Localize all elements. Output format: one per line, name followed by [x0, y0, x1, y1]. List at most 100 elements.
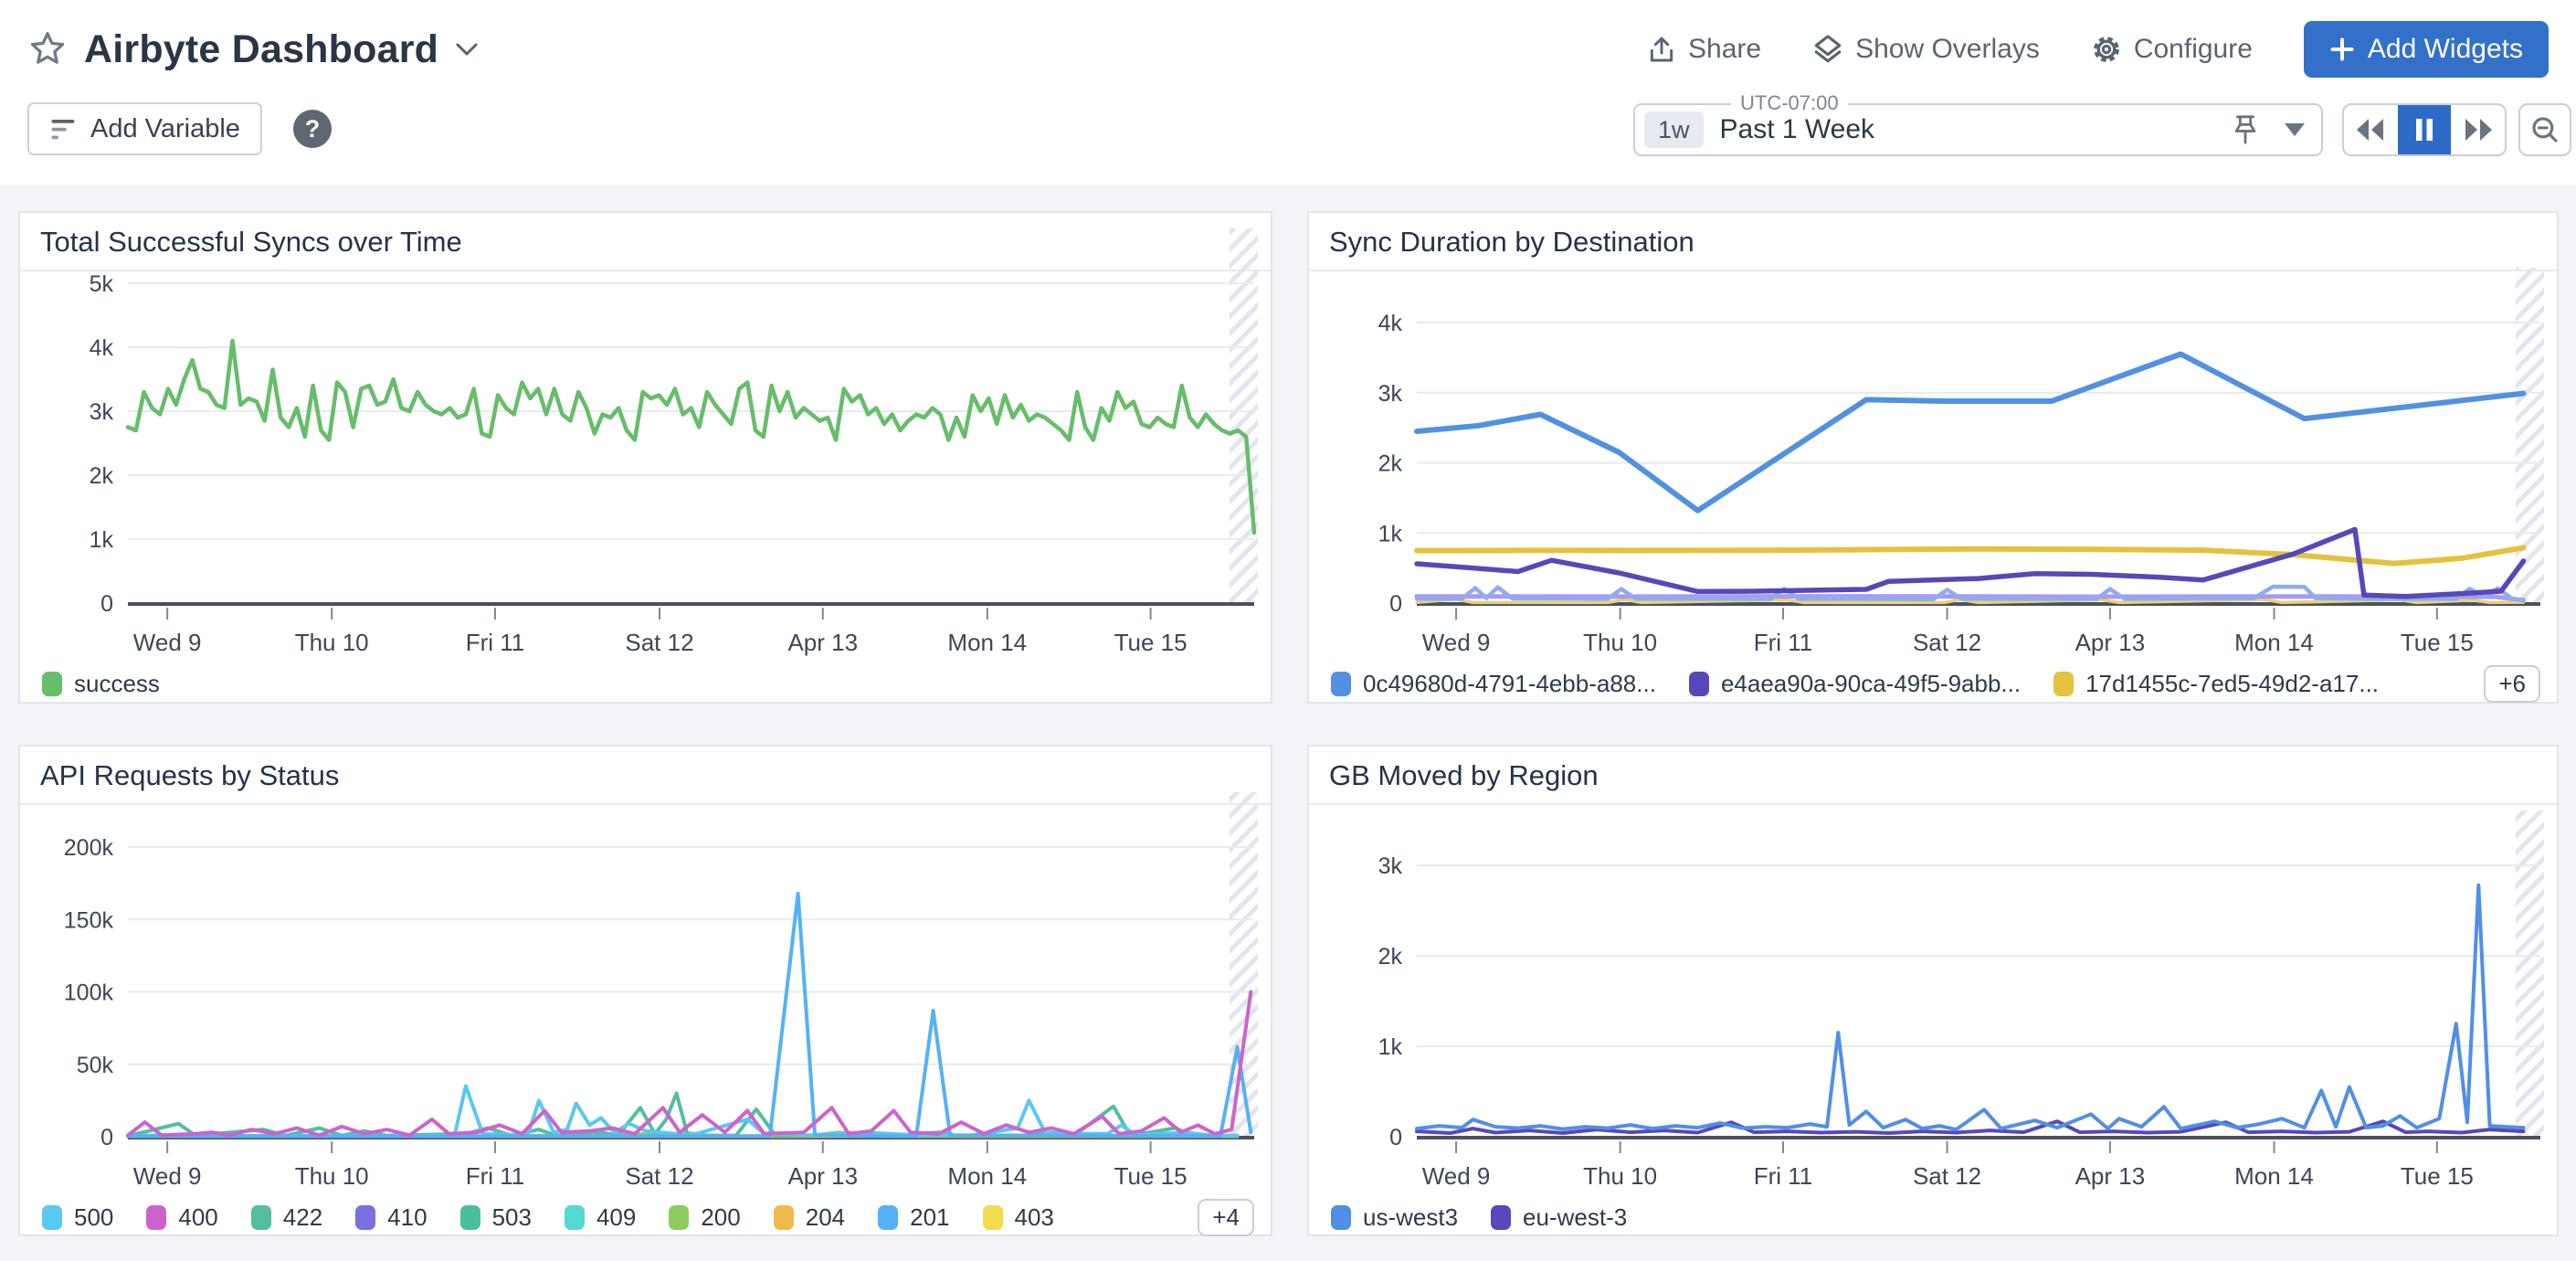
legend-label: 204 — [806, 1203, 845, 1232]
widget-title: Total Successful Syncs over Time — [20, 213, 1271, 271]
legend-item[interactable]: 0c49680d-4791-4ebb-a88... — [1331, 670, 1656, 698]
time-dropdown-caret[interactable] — [2285, 123, 2305, 136]
help-button[interactable]: ? — [293, 110, 332, 148]
chart-area[interactable] — [1414, 829, 2542, 1125]
legend-swatch — [1331, 672, 1351, 696]
legend-item[interactable]: 500 — [42, 1203, 113, 1232]
legend-label: 409 — [596, 1203, 636, 1232]
header-actions: Share Show Overlays Configure Add Widget… — [1647, 21, 2549, 78]
legend-item[interactable]: eu-west-3 — [1491, 1203, 1627, 1232]
time-range-chip[interactable]: 1w — [1644, 111, 1704, 148]
svg-text:Wed 9: Wed 9 — [1422, 629, 1491, 656]
legend-item[interactable]: 201 — [878, 1203, 949, 1232]
legend-item[interactable]: success — [42, 670, 160, 698]
pin-icon[interactable] — [2230, 112, 2261, 147]
legend-swatch — [1689, 672, 1709, 696]
legend-swatch — [878, 1205, 898, 1230]
legend-more-badge[interactable]: +6 — [2484, 665, 2540, 703]
svg-text:Wed 9: Wed 9 — [133, 629, 202, 656]
backward-button[interactable] — [2344, 105, 2398, 154]
svg-text:Thu 10: Thu 10 — [1583, 1162, 1657, 1190]
svg-text:Sat 12: Sat 12 — [1913, 1162, 1981, 1190]
show-overlays-button[interactable]: Show Overlays — [1812, 34, 2040, 65]
legend-item[interactable]: 200 — [669, 1203, 740, 1232]
legend-item[interactable]: 17d1455c-7ed5-49d2-a17... — [2053, 670, 2379, 698]
svg-text:0: 0 — [100, 1125, 113, 1150]
chart-legend: us-west3 eu-west-3 — [1331, 1198, 2540, 1236]
legend-label: us-west3 — [1363, 1203, 1458, 1232]
legend-label: 500 — [74, 1203, 113, 1232]
legend-label: e4aea90a-90ca-49f5-9abb... — [1721, 670, 2021, 698]
svg-text:Sat 12: Sat 12 — [625, 1162, 693, 1190]
forward-button[interactable] — [2451, 105, 2505, 154]
chart-area[interactable] — [1414, 295, 2542, 592]
zoom-out-button[interactable] — [2518, 103, 2571, 156]
svg-text:Sat 12: Sat 12 — [1913, 629, 1981, 656]
svg-text:4k: 4k — [1378, 311, 1403, 336]
legend-swatch — [42, 1205, 62, 1230]
svg-text:Fri 11: Fri 11 — [466, 1162, 525, 1190]
legend-item[interactable]: 503 — [460, 1203, 532, 1232]
add-variable-button[interactable]: Add Variable — [27, 102, 262, 155]
pause-button[interactable] — [2398, 105, 2452, 154]
chart-area[interactable] — [125, 829, 1256, 1125]
widget-gb-moved-by-region: GB Moved by Region 01k2k3kWed 9Thu 10Fri… — [1307, 745, 2559, 1236]
legend-label: 410 — [387, 1203, 427, 1232]
svg-text:1k: 1k — [90, 527, 114, 553]
svg-text:2k: 2k — [90, 463, 114, 489]
share-button[interactable]: Share — [1647, 34, 1761, 65]
legend-swatch — [2053, 672, 2074, 696]
add-widgets-button[interactable]: Add Widgets — [2304, 21, 2549, 78]
widget-title: GB Moved by Region — [1309, 747, 2557, 805]
configure-button[interactable]: Configure — [2091, 34, 2253, 65]
svg-text:Tue 15: Tue 15 — [1114, 629, 1188, 656]
legend-swatch — [355, 1205, 375, 1230]
share-icon — [1647, 34, 1676, 65]
svg-text:Fri 11: Fri 11 — [1754, 1162, 1813, 1190]
legend-swatch — [146, 1205, 166, 1230]
svg-text:Apr 13: Apr 13 — [787, 1162, 858, 1190]
legend-swatch — [669, 1205, 689, 1230]
share-label: Share — [1688, 34, 1761, 65]
chevron-down-icon[interactable] — [455, 42, 479, 57]
legend-item[interactable]: 400 — [146, 1203, 217, 1232]
series-line — [128, 1135, 1238, 1137]
dashboard-title-group[interactable]: Airbyte Dashboard — [27, 27, 479, 72]
show-overlays-label: Show Overlays — [1855, 34, 2040, 65]
widget-title: API Requests by Status — [20, 747, 1271, 805]
legend-item[interactable]: e4aea90a-90ca-49f5-9abb... — [1689, 670, 2021, 698]
gear-icon — [2091, 34, 2122, 65]
legend-swatch — [983, 1205, 1003, 1230]
svg-text:4k: 4k — [90, 335, 114, 361]
chart-area[interactable] — [125, 295, 1256, 592]
legend-item[interactable]: 403 — [983, 1203, 1054, 1232]
legend-more-badge[interactable]: +4 — [1198, 1199, 1254, 1236]
timezone-label: UTC-07:00 — [1731, 91, 1848, 115]
fast-forward-icon — [2463, 117, 2494, 143]
svg-text:3k: 3k — [1378, 853, 1403, 879]
svg-text:100k: 100k — [64, 980, 114, 1006]
svg-text:Mon 14: Mon 14 — [2234, 629, 2314, 656]
svg-text:Mon 14: Mon 14 — [947, 629, 1027, 656]
svg-text:Tue 15: Tue 15 — [1114, 1162, 1188, 1190]
widget-total-successful-syncs: Total Successful Syncs over Time 01k2k3k… — [18, 211, 1272, 704]
legend-item[interactable]: 410 — [355, 1203, 427, 1232]
svg-text:Thu 10: Thu 10 — [1583, 629, 1657, 656]
svg-text:Mon 14: Mon 14 — [2234, 1162, 2314, 1190]
legend-item[interactable]: 422 — [251, 1203, 322, 1232]
legend-label: 201 — [910, 1203, 949, 1232]
configure-label: Configure — [2134, 34, 2253, 65]
legend-label: 503 — [492, 1203, 532, 1232]
page-title: Airbyte Dashboard — [84, 27, 438, 72]
legend-item[interactable]: 204 — [774, 1203, 845, 1232]
dashboard-canvas: Total Successful Syncs over Time 0 1k 2k 3k… — [0, 185, 2576, 1261]
series-line — [1417, 597, 2524, 600]
widget-api-requests-by-status: API Requests by Status 050k100k150k200kW… — [18, 745, 1272, 1236]
legend-item[interactable]: 409 — [565, 1203, 636, 1232]
legend-item[interactable]: us-west3 — [1331, 1203, 1458, 1232]
legend-label: 400 — [178, 1203, 217, 1232]
favorite-star-icon[interactable] — [27, 29, 68, 69]
legend-label: success — [74, 670, 160, 698]
svg-text:3k: 3k — [1378, 381, 1403, 407]
time-range-picker[interactable]: UTC-07:00 1w Past 1 Week — [1633, 103, 2323, 156]
